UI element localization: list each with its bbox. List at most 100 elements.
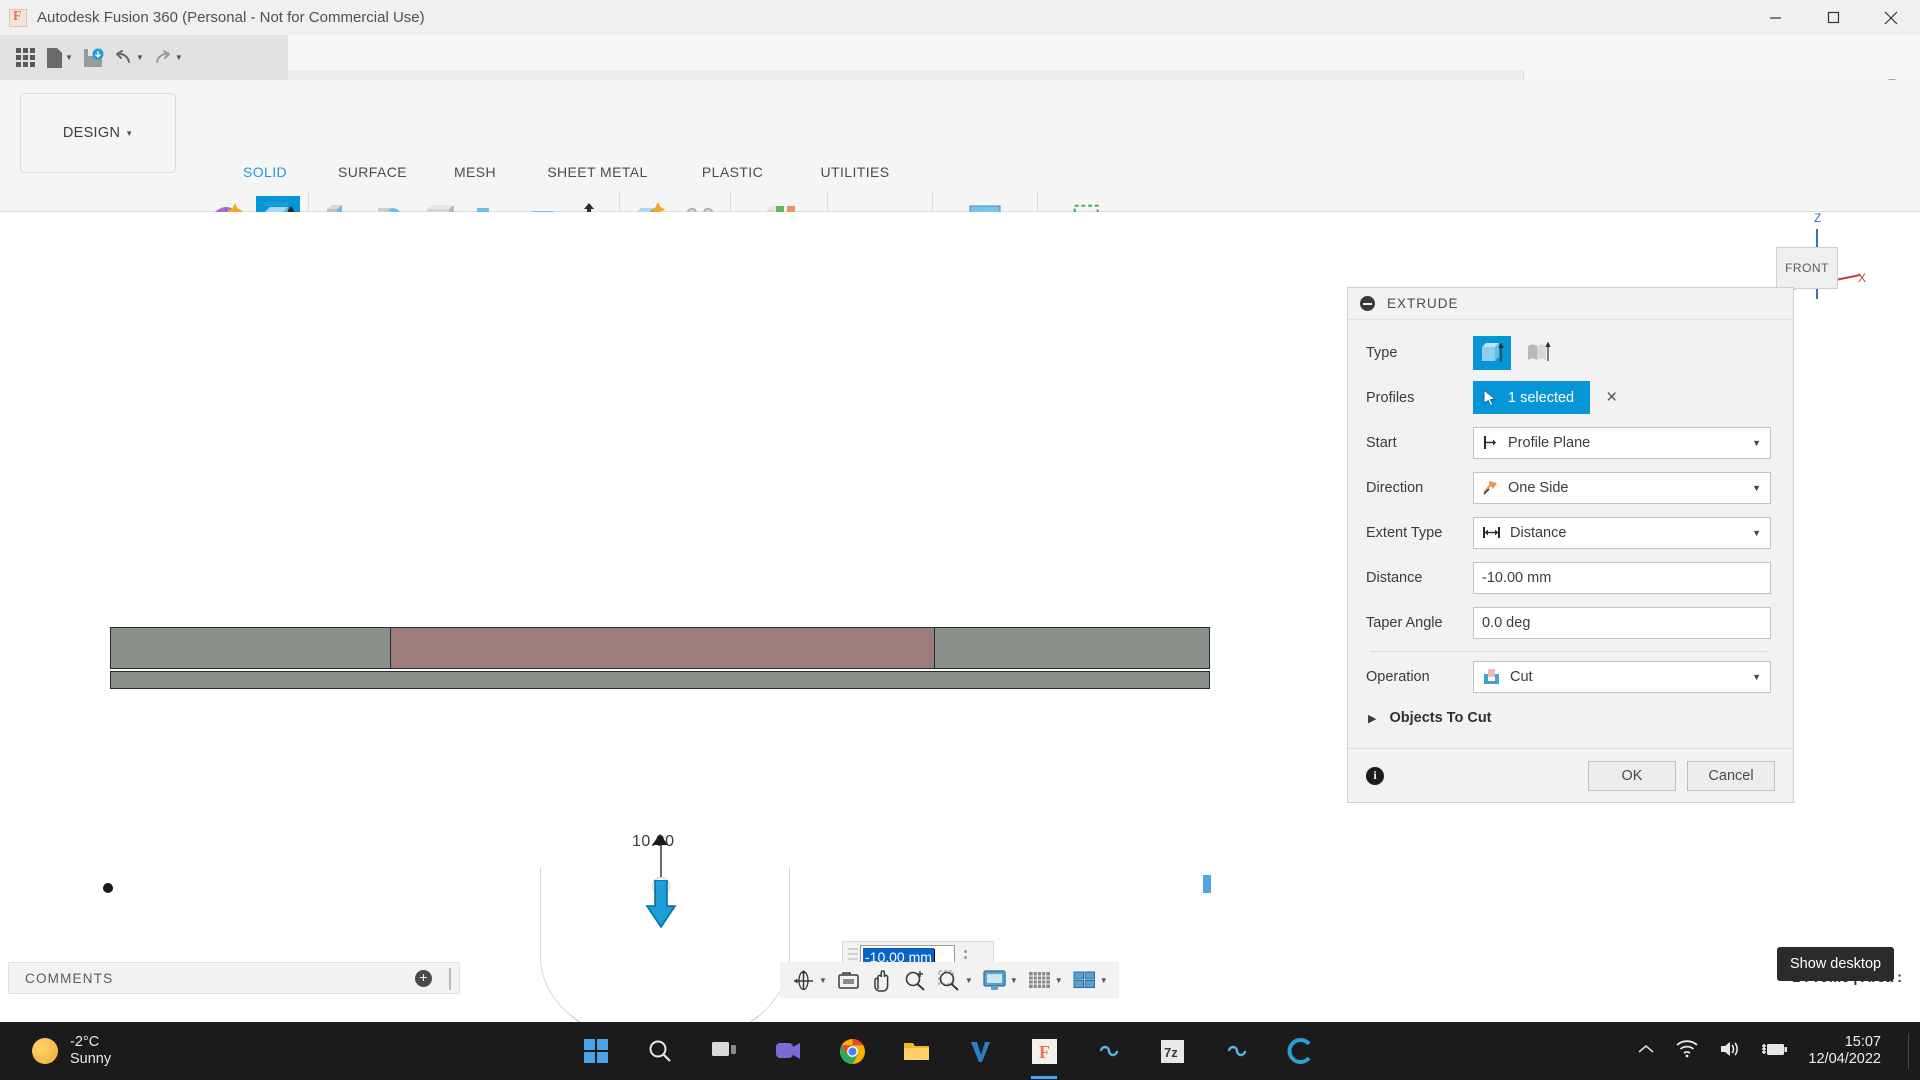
direction-label: Direction [1366, 480, 1473, 496]
objects-to-cut-label: Objects To Cut [1389, 710, 1491, 726]
weather-widget[interactable]: -2°C Sunny [32, 1034, 111, 1068]
tab-plastic[interactable]: PLASTIC [670, 164, 795, 180]
apps-grid-button[interactable] [10, 41, 40, 75]
display-settings-button[interactable]: ▼ [979, 965, 1021, 995]
window-title: Autodesk Fusion 360 (Personal - Not for … [37, 9, 425, 26]
field-start: Start Profile Plane ▼ [1366, 420, 1771, 465]
start-combo[interactable]: Profile Plane ▼ [1473, 427, 1771, 459]
redo-button[interactable]: ▼ [149, 41, 186, 75]
tab-utilities[interactable]: UTILITIES [795, 164, 915, 180]
extent-type-label: Extent Type [1366, 525, 1473, 541]
direction-combo[interactable]: One Side ▼ [1473, 472, 1771, 504]
ribbon: DESIGN ▼ SOLID SURFACE MESH SHEET METAL … [0, 80, 1920, 212]
collapse-icon[interactable] [1360, 296, 1375, 311]
undo-button[interactable]: ▼ [110, 41, 147, 75]
zoom-button[interactable] [900, 965, 931, 995]
workspace-label: DESIGN [63, 125, 120, 141]
profiles-value: 1 selected [1508, 390, 1574, 406]
weather-temperature: -2°C [70, 1034, 111, 1051]
workspace-selector[interactable]: DESIGN ▼ [20, 93, 176, 173]
tab-mesh[interactable]: MESH [425, 164, 525, 180]
fusion360-window: Autodesk Fusion 360 (Personal - Not for … [0, 0, 1920, 1080]
tab-sheet-metal[interactable]: SHEET METAL [525, 164, 670, 180]
new-file-button[interactable]: ▼ [42, 41, 76, 75]
taskbar-clock[interactable]: 15:07 12/04/2022 [1808, 1034, 1881, 1069]
svg-text:7z: 7z [1164, 1045, 1178, 1060]
vectorworks-icon[interactable] [959, 1030, 1001, 1072]
fit-button[interactable]: ▼ [934, 965, 976, 995]
maximize-button[interactable] [1804, 0, 1862, 35]
comments-resize-grip[interactable] [449, 968, 451, 990]
fit-icon [937, 968, 962, 993]
taskbar-apps: F 7z [575, 1030, 1321, 1072]
close-button[interactable] [1862, 0, 1920, 35]
dialog-divider [1370, 651, 1767, 652]
disclosure-collapsed-icon[interactable]: ▶ [1368, 712, 1376, 725]
volume-icon[interactable] [1718, 1039, 1742, 1064]
viewports-button[interactable]: ▼ [1069, 965, 1111, 995]
orbit-button[interactable]: ▼ [788, 965, 830, 995]
surface-extrude-icon[interactable] [1519, 336, 1557, 370]
chevron-down-icon: ▼ [125, 129, 133, 138]
comments-panel-header[interactable]: COMMENTS + [8, 962, 460, 994]
part-selected-profile[interactable] [390, 627, 935, 669]
show-desktop-button[interactable] [1908, 1033, 1910, 1069]
profiles-select-button[interactable]: 1 selected [1473, 381, 1590, 414]
view-cube-front-face[interactable]: FRONT [1776, 247, 1838, 289]
fusion360-icon[interactable]: F [1023, 1030, 1065, 1072]
search-icon[interactable] [639, 1030, 681, 1072]
taper-angle-input[interactable]: 0.0 deg [1473, 607, 1771, 639]
teams-icon[interactable] [767, 1030, 809, 1072]
infinity2-icon[interactable] [1215, 1030, 1257, 1072]
operation-combo[interactable]: Cut ▼ [1473, 661, 1771, 693]
battery-charging-icon[interactable] [1761, 1040, 1789, 1063]
cura-icon[interactable] [1279, 1030, 1321, 1072]
clock-time: 15:07 [1845, 1034, 1881, 1051]
window-controls [1746, 0, 1920, 35]
part-body-bottom[interactable] [110, 671, 1210, 689]
7zip-icon[interactable]: 7z [1151, 1030, 1193, 1072]
field-distance: Distance -10.00 mm [1366, 555, 1771, 600]
profile-plane-icon [1482, 434, 1499, 451]
chevron-down-icon: ▼ [65, 53, 73, 62]
extrude-dialog-title: EXTRUDE [1387, 296, 1459, 311]
distance-input[interactable]: -10.00 mm [1473, 562, 1771, 594]
wifi-icon[interactable] [1675, 1039, 1699, 1063]
pan-button[interactable] [867, 965, 897, 995]
chevron-down-icon: ▼ [965, 976, 973, 985]
ribbon-tabs: SOLID SURFACE MESH SHEET METAL PLASTIC U… [210, 164, 915, 180]
direction-value: One Side [1508, 480, 1568, 496]
comments-title: COMMENTS [25, 971, 113, 986]
fusion360-logo-icon [9, 9, 27, 27]
file-explorer-icon[interactable] [895, 1030, 937, 1072]
field-taper-angle: Taper Angle 0.0 deg [1366, 600, 1771, 645]
extent-type-combo[interactable]: Distance ▼ [1473, 517, 1771, 549]
look-at-button[interactable] [833, 965, 864, 995]
cancel-button[interactable]: Cancel [1687, 761, 1775, 791]
chrome-icon[interactable] [831, 1030, 873, 1072]
task-view-icon[interactable] [703, 1030, 745, 1072]
profiles-clear-icon[interactable]: × [1606, 387, 1617, 409]
sketch-origin-point[interactable] [103, 883, 113, 893]
save-button[interactable] [78, 41, 108, 75]
taper-angle-label: Taper Angle [1366, 615, 1473, 631]
objects-to-cut-section[interactable]: ▶ Objects To Cut [1366, 699, 1771, 737]
taper-angle-arc[interactable] [540, 867, 790, 1047]
profile-extrude-icon[interactable] [1473, 336, 1511, 370]
minimize-button[interactable] [1746, 0, 1804, 35]
grid-snaps-button[interactable]: ▼ [1024, 965, 1066, 995]
tab-surface[interactable]: SURFACE [320, 164, 425, 180]
windows-start-icon[interactable] [575, 1030, 617, 1072]
field-profiles: Profiles 1 selected × [1366, 375, 1771, 420]
chevron-up-icon[interactable] [1636, 1042, 1656, 1061]
chevron-down-icon: ▼ [1055, 976, 1063, 985]
add-comment-button[interactable]: + [415, 970, 432, 987]
ok-button[interactable]: OK [1588, 761, 1676, 791]
extrude-dialog[interactable]: EXTRUDE Type Profiles [1347, 287, 1794, 803]
quick-access-toolbar: ▼ ▼ ▼ [0, 35, 1920, 80]
tab-solid[interactable]: SOLID [210, 164, 320, 180]
chevron-down-icon: ▼ [1752, 483, 1761, 493]
infinity-icon[interactable] [1087, 1030, 1129, 1072]
sketch-endpoint[interactable] [1203, 875, 1211, 893]
info-icon[interactable]: i [1366, 767, 1384, 785]
